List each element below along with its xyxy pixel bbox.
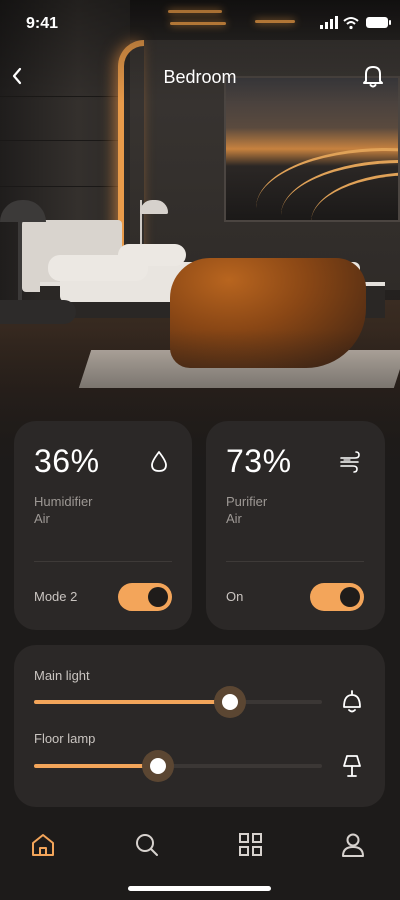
status-time: 9:41 (26, 15, 59, 32)
purifier-mode: On (226, 589, 244, 604)
status-bar: 9:41 (0, 0, 400, 46)
device-name: Humidifier (34, 494, 93, 509)
lights-card: Main light Floor lamp (14, 645, 385, 807)
notification-bell-icon[interactable] (360, 63, 386, 89)
purifier-value: 73% (226, 443, 292, 479)
main-light-slider[interactable] (34, 686, 322, 718)
floor-lamp-label: Floor lamp (34, 731, 96, 746)
slider-fill (34, 764, 158, 768)
slider-thumb[interactable] (213, 686, 246, 718)
purifier-label: Purifier Air (226, 493, 336, 527)
page-title: Bedroom (163, 67, 237, 87)
humidifier-value: 36% (34, 443, 100, 479)
home-icon[interactable] (28, 830, 58, 860)
wind-icon (340, 451, 360, 473)
home-indicator (128, 886, 271, 891)
device-type: Air (226, 511, 242, 526)
grid-icon[interactable] (236, 830, 266, 860)
humidifier-label: Humidifier Air (34, 493, 144, 527)
divider (226, 561, 364, 562)
humidifier-mode: Mode 2 (34, 589, 78, 604)
floor-lamp-slider[interactable] (34, 750, 322, 782)
divider (34, 561, 172, 562)
droplet-icon (151, 451, 167, 472)
humidifier-toggle[interactable] (118, 583, 172, 611)
device-type: Air (34, 511, 50, 526)
humidifier-card[interactable]: 36% Humidifier Air Mode 2 (14, 421, 192, 630)
user-icon[interactable] (338, 830, 368, 860)
signal-wifi-icon (320, 16, 359, 30)
main-light-label: Main light (34, 668, 90, 683)
device-name: Purifier (226, 494, 268, 509)
slider-thumb[interactable] (141, 750, 174, 782)
battery-icon (366, 17, 391, 28)
floor-lamp-icon[interactable] (340, 753, 364, 779)
slider-fill (34, 700, 230, 704)
purifier-toggle[interactable] (310, 583, 364, 611)
toggle-knob (340, 587, 360, 607)
ceiling-lamp-icon[interactable] (340, 689, 364, 715)
toggle-knob (148, 587, 168, 607)
search-icon[interactable] (132, 830, 162, 860)
bottom-navigation (0, 820, 400, 874)
purifier-card[interactable]: 73% Purifier Air On (206, 421, 385, 630)
